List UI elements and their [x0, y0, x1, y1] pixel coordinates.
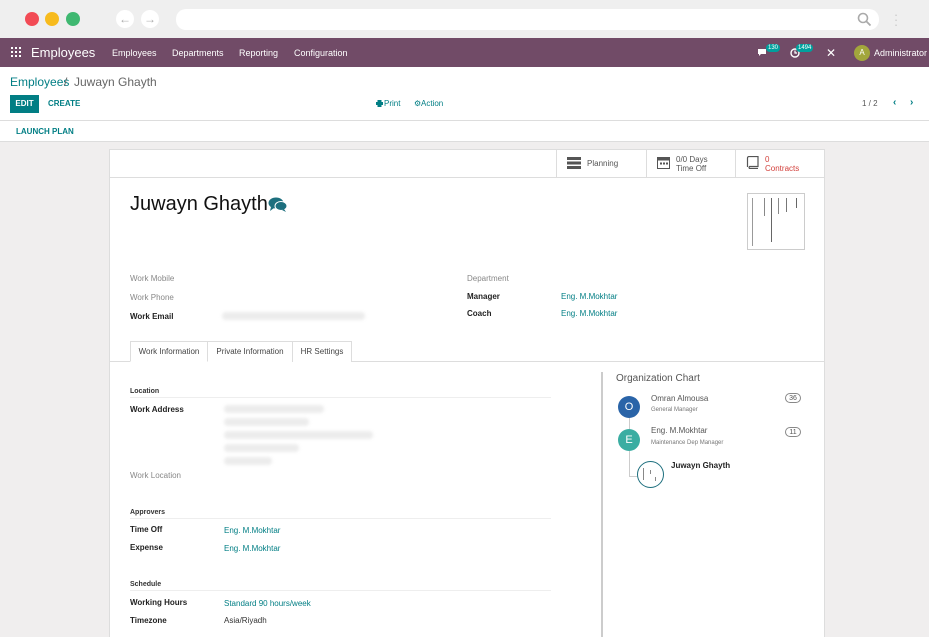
manager-value[interactable]: Eng. M.Mokhtar [561, 292, 617, 301]
close-icon[interactable]: ✕ [826, 46, 836, 60]
menu-departments[interactable]: Departments [172, 48, 224, 58]
org-node-count-omran[interactable]: 36 [785, 393, 801, 403]
org-node-job-mokhtar: Maintenance Dep Manager [651, 440, 724, 446]
activities-count-badge: 1494 [796, 44, 814, 52]
org-node-name-mokhtar[interactable]: Eng. M.Mokhtar [651, 426, 707, 435]
maximize-window-dot[interactable] [66, 12, 80, 26]
org-node-avatar-omran[interactable]: O [618, 396, 640, 418]
browser-menu-icon[interactable]: · · · [893, 8, 899, 31]
apps-menu-icon[interactable] [11, 47, 21, 57]
employee-name[interactable]: Juwayn Ghayth [130, 193, 268, 216]
app-brand[interactable]: Employees [31, 45, 95, 60]
contracts-value: 0 [765, 155, 770, 164]
location-group-title: Location [130, 388, 160, 395]
work-address-line-4 [224, 444, 299, 452]
book-icon [746, 156, 759, 169]
breadcrumb-separator: / [64, 75, 68, 89]
browser-chrome: ← → · · · [0, 0, 929, 38]
pager-previous-icon[interactable]: ‹ [893, 97, 896, 108]
pager-value[interactable]: 1 / 2 [862, 99, 878, 108]
print-button[interactable]: Print [384, 99, 400, 108]
working-hours-label: Working Hours [130, 598, 188, 607]
form-sheet: Planning 0/0 Days Time Off 0 Contracts J… [109, 149, 825, 637]
work-address-label: Work Address [130, 405, 184, 414]
location-group-divider [130, 397, 551, 398]
approvers-group-divider [130, 518, 551, 519]
menu-configuration[interactable]: Configuration [294, 48, 348, 58]
work-location-label: Work Location [130, 471, 181, 480]
manager-label: Manager [467, 292, 500, 301]
working-hours-value[interactable]: Standard 90 hours/week [224, 599, 311, 608]
org-node-avatar-mokhtar[interactable]: E [618, 429, 640, 451]
control-panel: Employees / Juwayn Ghayth EDIT CREATE Pr… [0, 67, 929, 121]
top-navbar: Employees Employees Departments Reportin… [0, 38, 929, 67]
coach-label: Coach [467, 309, 492, 318]
expense-approver-value[interactable]: Eng. M.Mokhtar [224, 544, 280, 553]
timeoff-smart-button[interactable]: 0/0 Days Time Off [646, 150, 735, 178]
approvers-group-title: Approvers [130, 509, 166, 516]
work-address-line-1[interactable] [224, 405, 324, 413]
back-arrow-icon[interactable]: ← [116, 10, 134, 28]
timeoff-label: Time Off [676, 164, 707, 173]
time-off-approver-label: Time Off [130, 525, 163, 534]
calendar-icon [657, 157, 670, 169]
search-icon[interactable] [857, 12, 872, 27]
expense-approver-label: Expense [130, 543, 163, 552]
work-address-line-2 [224, 418, 309, 426]
edit-button[interactable]: EDIT [10, 95, 39, 113]
timezone-label: Timezone [130, 616, 167, 625]
schedule-group-divider [130, 590, 551, 591]
action-button[interactable]: Action [421, 99, 443, 108]
work-mobile-label: Work Mobile [130, 274, 175, 283]
smart-buttons-row: Planning 0/0 Days Time Off 0 Contracts [110, 150, 824, 178]
org-chart-title: Organization Chart [616, 373, 700, 384]
tab-hr-settings[interactable]: HR Settings [293, 341, 352, 362]
org-self-name: Juwayn Ghayth [671, 461, 731, 470]
chat-icon[interactable] [268, 197, 288, 213]
print-icon [376, 100, 383, 107]
messages-count-badge: 130 [766, 44, 781, 52]
launch-plan-button[interactable]: LAUNCH PLAN [16, 127, 74, 136]
work-email-label: Work Email [130, 312, 174, 321]
work-phone-label: Work Phone [130, 293, 174, 302]
close-window-dot[interactable] [25, 12, 39, 26]
timeoff-value: 0/0 Days [676, 155, 708, 164]
forward-arrow-icon[interactable]: → [141, 10, 159, 28]
breadcrumb-employees[interactable]: Employees [10, 75, 69, 89]
breadcrumb-current: Juwayn Ghayth [74, 75, 157, 89]
menu-employees[interactable]: Employees [112, 48, 157, 58]
planning-icon [567, 157, 581, 169]
org-chart-connector-end [629, 476, 637, 477]
coach-value[interactable]: Eng. M.Mokhtar [561, 309, 617, 318]
department-label: Department [467, 274, 509, 283]
employee-photo[interactable] [747, 193, 805, 250]
contracts-smart-button[interactable]: 0 Contracts [735, 150, 824, 178]
org-node-name-omran[interactable]: Omran Almousa [651, 394, 708, 403]
tab-work-information[interactable]: Work Information [130, 341, 208, 362]
address-bar[interactable] [176, 9, 879, 30]
work-email-value-redacted[interactable] [222, 312, 365, 320]
user-menu[interactable]: Administrator [874, 48, 927, 58]
tab-private-information[interactable]: Private Information [208, 341, 293, 362]
create-button[interactable]: CREATE [48, 99, 80, 108]
menu-reporting[interactable]: Reporting [239, 48, 278, 58]
contracts-label: Contracts [765, 164, 800, 173]
user-avatar[interactable]: A [854, 45, 870, 61]
timezone-value[interactable]: Asia/Riyadh [224, 616, 267, 625]
status-bar: LAUNCH PLAN [0, 121, 929, 142]
schedule-group-title: Schedule [130, 581, 162, 588]
org-node-count-mokhtar[interactable]: 11 [785, 427, 801, 437]
work-address-line-5 [224, 457, 272, 465]
org-chart-separator [601, 372, 603, 637]
org-node-job-omran: General Manager [651, 407, 698, 413]
work-address-line-3 [224, 431, 373, 439]
planning-label: Planning [587, 159, 619, 168]
org-self-avatar[interactable] [637, 461, 664, 488]
planning-smart-button[interactable]: Planning [556, 150, 646, 178]
minimize-window-dot[interactable] [45, 12, 59, 26]
time-off-approver-value[interactable]: Eng. M.Mokhtar [224, 526, 280, 535]
pager-next-icon[interactable]: › [910, 97, 913, 108]
